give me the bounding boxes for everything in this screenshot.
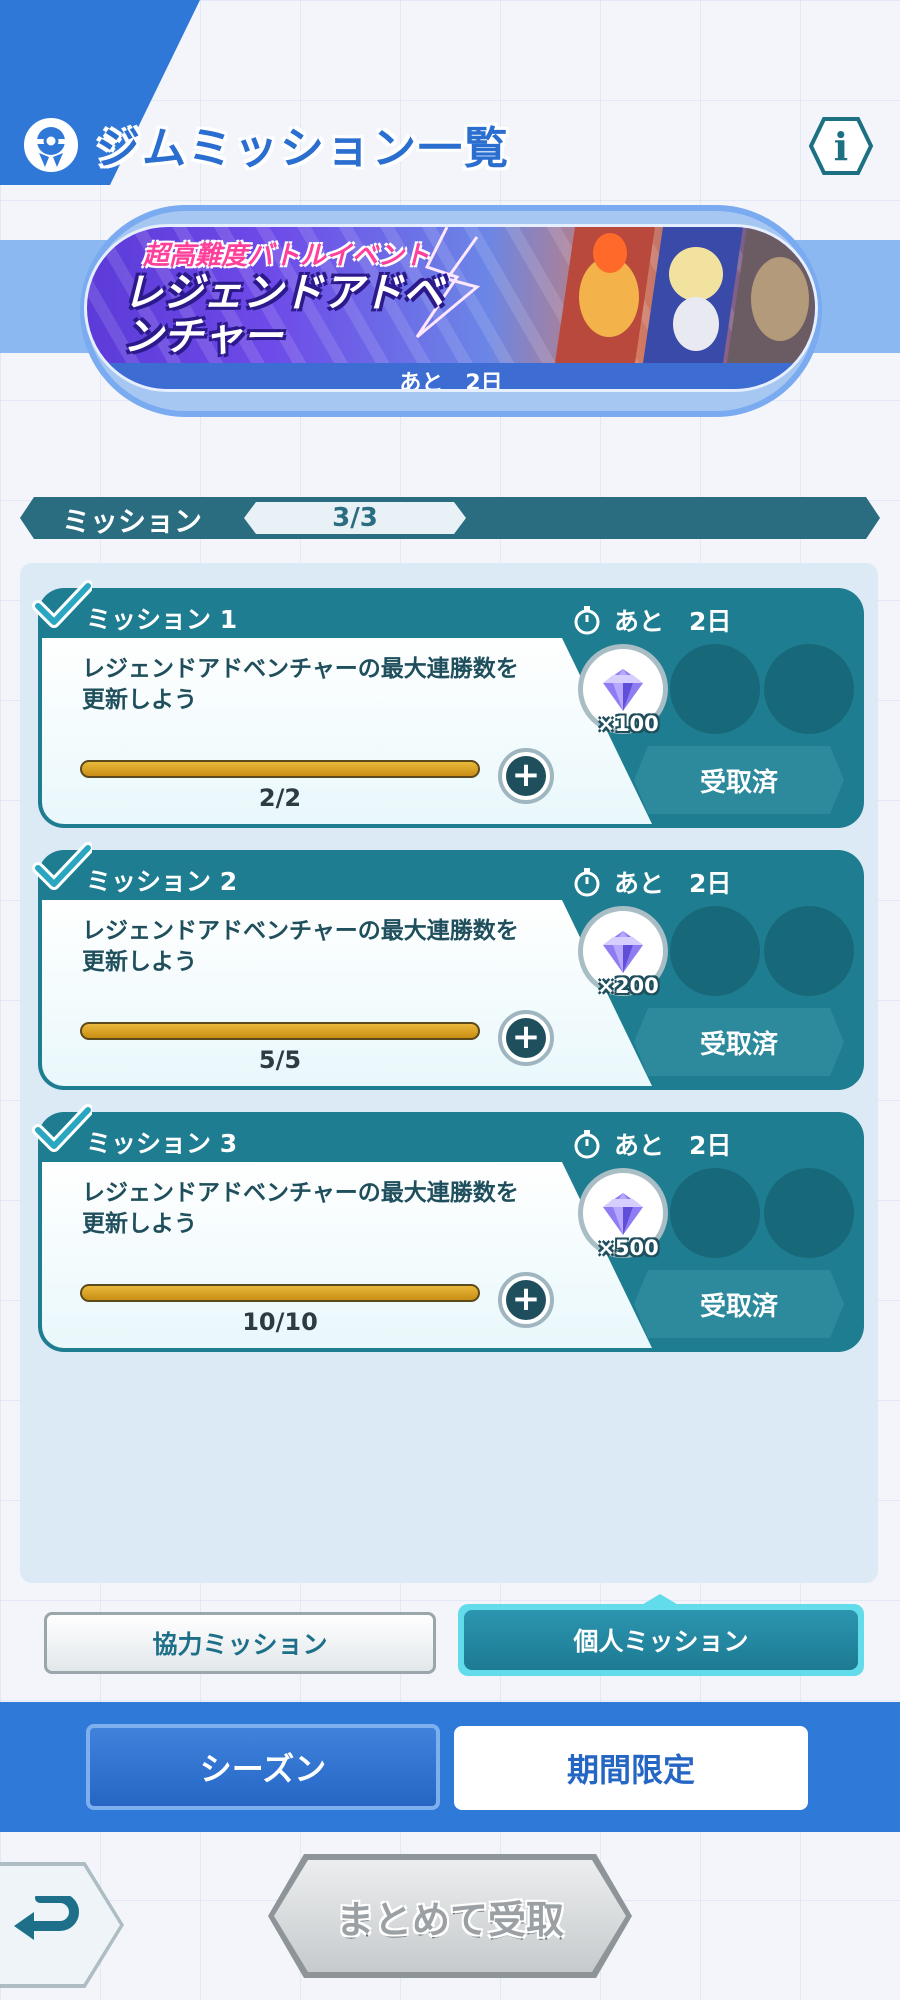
- mission-header-label: ミッション: [62, 505, 203, 538]
- empty-reward-slot: [764, 644, 854, 734]
- page-title: ジムミッション一覧: [96, 123, 510, 174]
- bulk-claim-button[interactable]: まとめて受取: [274, 1860, 626, 1972]
- mission-timer-text: あと 2日: [614, 1131, 732, 1160]
- mission-title: ミッション 1: [86, 605, 238, 634]
- claimed-button[interactable]: 受取済: [634, 746, 844, 814]
- mission-timer-text: あと 2日: [614, 869, 732, 898]
- empty-reward-slot: [670, 906, 760, 996]
- reward-quantity: ×200: [597, 974, 659, 998]
- banner-title: レジェンドアドベンチャー: [123, 270, 443, 360]
- mission-progress-fill: [82, 1286, 478, 1300]
- stopwatch-icon: [574, 1130, 600, 1159]
- mission-title: ミッション 3: [86, 1129, 238, 1158]
- banner-remaining-time: あと 2日: [399, 371, 503, 392]
- mission-timer: あと 2日: [572, 864, 731, 900]
- mission-timer: あと 2日: [572, 602, 731, 638]
- reward-quantity: ×100: [597, 712, 659, 736]
- mission-progress-text: 10/10: [242, 1308, 318, 1336]
- mission-card: ミッション 3 あと 2日 レジェンドアドベンチャーの最大連勝数を更新しよう 1…: [32, 1104, 864, 1352]
- completed-check-icon: [32, 842, 92, 890]
- empty-reward-slot: [764, 906, 854, 996]
- medal-icon: [18, 112, 84, 178]
- mission-progress-text: 2/2: [258, 784, 302, 812]
- completed-check-icon: [32, 580, 92, 628]
- plus-icon[interactable]: +: [506, 1280, 546, 1320]
- empty-reward-slot: [764, 1168, 854, 1258]
- mission-detail-button[interactable]: +: [498, 748, 554, 804]
- tab-personal-missions[interactable]: 個人ミッション: [464, 1610, 858, 1670]
- tab-limited-time[interactable]: 期間限定: [454, 1726, 808, 1810]
- plus-icon[interactable]: +: [506, 1018, 546, 1058]
- mission-detail-button[interactable]: +: [498, 1010, 554, 1066]
- gem-icon: [603, 931, 643, 973]
- banner-subtitle: 超高難度バトルイベント: [143, 241, 430, 271]
- tab-season[interactable]: シーズン: [86, 1724, 440, 1810]
- claimed-button[interactable]: 受取済: [634, 1008, 844, 1076]
- mission-progress-text: 5/5: [258, 1046, 302, 1074]
- stopwatch-icon: [574, 606, 600, 635]
- claimed-button[interactable]: 受取済: [634, 1270, 844, 1338]
- plus-icon[interactable]: +: [506, 756, 546, 796]
- back-arrow-icon[interactable]: [10, 1896, 80, 1956]
- mission-title: ミッション 2: [86, 867, 238, 896]
- gem-icon: [603, 1193, 643, 1235]
- stopwatch-icon: [574, 868, 600, 897]
- mission-count: 3/3: [332, 503, 378, 533]
- tab-coop-missions[interactable]: 協力ミッション: [44, 1612, 436, 1674]
- completed-check-icon: [32, 1104, 92, 1152]
- empty-reward-slot: [670, 1168, 760, 1258]
- reward-quantity: ×500: [597, 1236, 659, 1260]
- mission-description: レジェンドアドベンチャーの最大連勝数を更新しよう: [82, 918, 519, 975]
- mission-progress-fill: [82, 762, 478, 776]
- mission-timer: あと 2日: [572, 1126, 731, 1162]
- mission-card: ミッション 1 あと 2日 レジェンドアドベンチャーの最大連勝数を更新しよう 2…: [32, 580, 864, 828]
- mission-progress-bar: [80, 1284, 480, 1302]
- mission-description: レジェンドアドベンチャーの最大連勝数を更新しよう: [82, 1180, 519, 1237]
- mission-timer-text: あと 2日: [614, 607, 732, 636]
- event-banner[interactable]: 超高難度バトルイベント レジェンドアドベンチャー あと 2日: [84, 224, 818, 392]
- mission-progress-bar: [80, 760, 480, 778]
- mission-progress-fill: [82, 1024, 478, 1038]
- mission-card: ミッション 2 あと 2日 レジェンドアドベンチャーの最大連勝数を更新しよう 5…: [32, 842, 864, 1090]
- mission-description: レジェンドアドベンチャーの最大連勝数を更新しよう: [82, 656, 519, 713]
- mission-detail-button[interactable]: +: [498, 1272, 554, 1328]
- info-icon[interactable]: i: [808, 116, 874, 176]
- gem-icon: [603, 669, 643, 711]
- mission-progress-bar: [80, 1022, 480, 1040]
- empty-reward-slot: [670, 644, 760, 734]
